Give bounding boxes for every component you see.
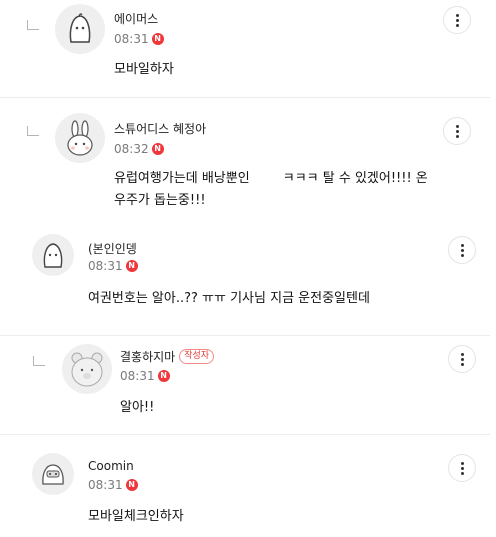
comment-item: (본인인뎅 08:31 N 여권번호는 알아..?? ㅠㅠ 기사님 지금 운전중… xyxy=(0,218,496,335)
comment-time: 08:31 N xyxy=(88,259,138,273)
comment-nickname[interactable]: Coomin xyxy=(88,459,134,473)
more-vertical-icon[interactable] xyxy=(443,117,471,145)
comment-time: 08:31 N xyxy=(120,369,170,383)
avatar[interactable] xyxy=(62,344,112,394)
comment-time: 08:31 N xyxy=(88,478,138,492)
comment-text: 모바일체크인하자 xyxy=(88,509,184,524)
comment-nickname[interactable]: 결홍하지마 작성자 xyxy=(120,348,215,365)
comment-time: 08:32 N xyxy=(114,142,164,156)
new-badge-icon: N xyxy=(157,370,170,382)
comment-text: 여권번호는 알아..?? ㅠㅠ 기사님 지금 운전중일텐데 xyxy=(88,291,370,306)
comment-item: Coomin 08:31 N 모바일체크인하자 xyxy=(0,435,496,537)
time-text: 08:31 xyxy=(120,369,155,383)
more-vertical-icon[interactable] xyxy=(443,6,471,34)
ghost-avatar-icon xyxy=(69,13,91,43)
comment-text: 모바일하자 xyxy=(114,62,174,77)
time-text: 08:32 xyxy=(114,142,149,156)
comment-text: 알아!! xyxy=(120,400,155,415)
time-text: 08:31 xyxy=(88,259,123,273)
reply-arrow-icon xyxy=(33,356,45,366)
comment-item: 에이머스 08:31 N 모바일하자 xyxy=(0,0,496,97)
nickname-text[interactable]: 에이머스 xyxy=(114,10,158,27)
bear-avatar-icon xyxy=(71,352,103,387)
avatar[interactable] xyxy=(55,113,105,163)
time-text: 08:31 xyxy=(114,32,149,46)
rabbit-avatar-icon xyxy=(67,120,93,156)
new-badge-icon: N xyxy=(125,260,138,272)
more-vertical-icon[interactable] xyxy=(448,454,476,482)
avatar[interactable] xyxy=(55,4,105,54)
comment-nickname[interactable]: 에이머스 xyxy=(114,10,158,27)
reply-arrow-icon xyxy=(27,20,39,30)
comment-nickname[interactable]: (본인인뎅 xyxy=(88,240,137,257)
character-avatar-icon xyxy=(42,464,64,485)
ghost-avatar-icon xyxy=(43,243,63,268)
author-badge: 작성자 xyxy=(179,349,215,364)
more-vertical-icon[interactable] xyxy=(448,345,476,373)
nickname-text[interactable]: 결홍하지마 xyxy=(120,348,175,365)
comment-nickname[interactable]: 스튜어디스 혜정아 xyxy=(114,120,206,137)
avatar[interactable] xyxy=(32,453,74,495)
more-vertical-icon[interactable] xyxy=(448,236,476,264)
new-badge-icon: N xyxy=(151,33,164,45)
nickname-text[interactable]: (본인인뎅 xyxy=(88,240,137,257)
comment-item: 스튜어디스 혜정아 08:32 N 유럽여행가는데 배낭뿐인 ㅋㅋㅋ 탈 수 있… xyxy=(0,98,496,217)
comment-time: 08:31 N xyxy=(114,32,164,46)
nickname-text[interactable]: Coomin xyxy=(88,459,134,473)
avatar[interactable] xyxy=(32,234,74,276)
comment-text: 유럽여행가는데 배낭뿐인 ㅋㅋㅋ 탈 수 있겠어!!!! 온 우주가 돕는중!!… xyxy=(114,171,428,208)
comment-item: 결홍하지마 작성자 08:31 N 알아!! xyxy=(0,336,496,434)
reply-arrow-icon xyxy=(27,126,39,136)
nickname-text[interactable]: 스튜어디스 혜정아 xyxy=(114,120,206,137)
new-badge-icon: N xyxy=(151,143,164,155)
time-text: 08:31 xyxy=(88,478,123,492)
new-badge-icon: N xyxy=(125,479,138,491)
